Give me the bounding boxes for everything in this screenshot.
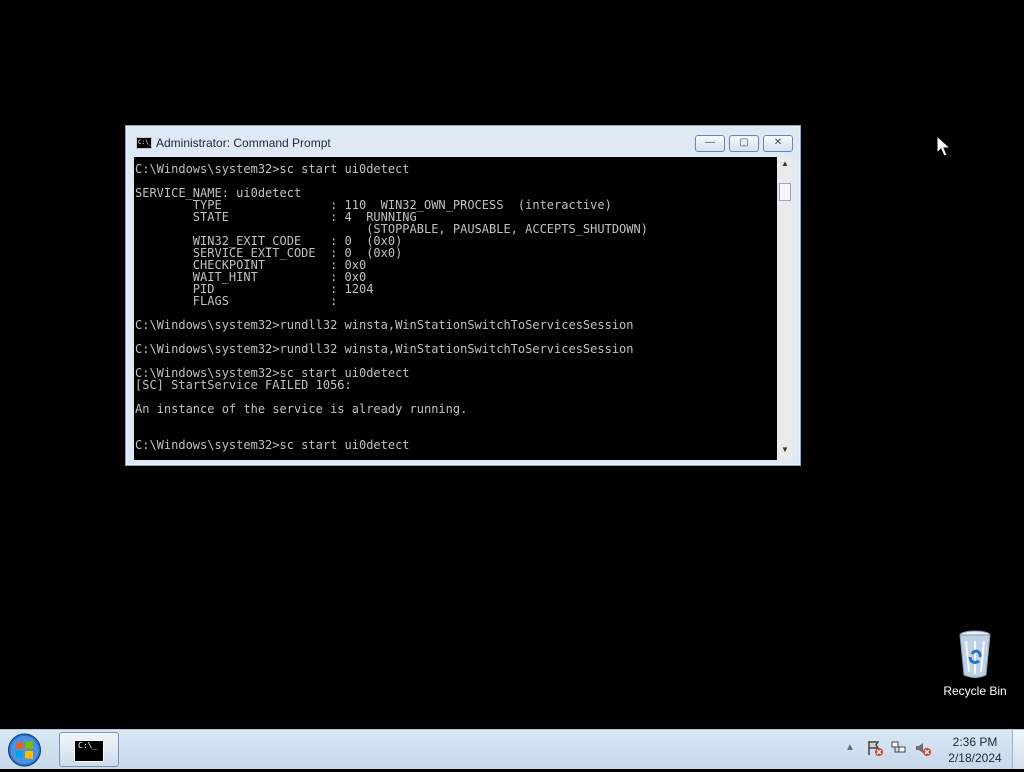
minimize-icon: — <box>705 137 715 148</box>
close-button[interactable]: ✕ <box>763 135 793 152</box>
windows-start-icon <box>8 733 41 767</box>
volume-muted-icon[interactable] <box>914 739 932 757</box>
clock-time: 2:36 PM <box>952 735 998 749</box>
maximize-button[interactable]: ▢ <box>729 135 759 152</box>
recycle-bin-shortcut[interactable]: Recycle Bin <box>939 629 1011 701</box>
taskbar-command-prompt-button[interactable]: C:\_ <box>59 732 119 767</box>
window-titlebar[interactable]: C:\_ Administrator: Command Prompt — ▢ ✕ <box>126 126 800 157</box>
taskbar: C:\_ ▲ 2:36 PM 2/18/2024 <box>0 729 1024 769</box>
scroll-up-icon[interactable]: ▲ <box>780 159 790 169</box>
chevron-up-icon[interactable]: ▲ <box>845 742 857 754</box>
clock-date: 2/18/2024 <box>948 751 1002 765</box>
start-button[interactable] <box>7 733 42 767</box>
maximize-icon: ▢ <box>739 137 749 148</box>
command-prompt-window[interactable]: C:\_ Administrator: Command Prompt — ▢ ✕… <box>125 125 801 466</box>
terminal-output-area[interactable]: C:\Windows\system32>sc start ui0detect S… <box>134 157 777 460</box>
window-title: Administrator: Command Prompt <box>156 136 331 150</box>
recycle-bin-icon <box>959 630 991 678</box>
system-clock[interactable]: 2:36 PM 2/18/2024 <box>940 734 1010 766</box>
scroll-thumb[interactable] <box>779 183 791 201</box>
show-desktop-button[interactable] <box>1012 730 1024 769</box>
scroll-down-icon[interactable]: ▼ <box>780 445 790 455</box>
vertical-scrollbar[interactable]: ▲ ▼ <box>777 157 793 460</box>
recycle-bin-label: Recycle Bin <box>943 684 1007 698</box>
cmd-icon: C:\_ <box>74 740 104 762</box>
flag-error-icon[interactable] <box>866 739 884 757</box>
mouse-cursor-icon <box>936 135 952 157</box>
network-icon[interactable] <box>890 739 908 757</box>
minimize-button[interactable]: — <box>695 135 725 152</box>
cmd-icon: C:\_ <box>136 137 152 149</box>
terminal-text: C:\Windows\system32>sc start ui0detect S… <box>135 162 648 452</box>
close-icon: ✕ <box>773 137 783 148</box>
